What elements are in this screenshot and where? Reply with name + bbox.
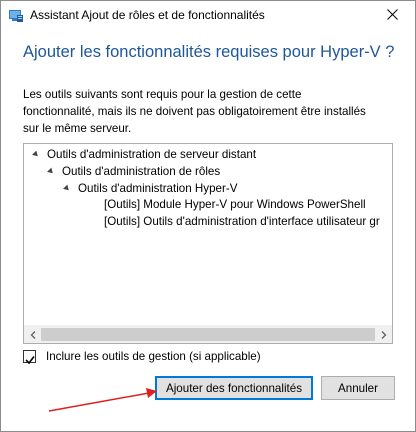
scrollbar-thumb[interactable] — [41, 328, 375, 341]
cancel-button[interactable]: Annuler — [321, 376, 395, 400]
close-icon — [386, 7, 398, 25]
chevron-right-icon — [381, 326, 387, 344]
tree-item-label: Outils d'administration de serveur dista… — [47, 148, 257, 161]
tree-item[interactable]: [Outils] Outils d'administration d'inter… — [104, 214, 380, 230]
tree-item-label: Outils d'administration de rôles — [62, 165, 221, 178]
page-title: Ajouter les fonctionnalités requises pou… — [23, 43, 395, 61]
expanded-triangle-icon[interactable] — [32, 150, 40, 159]
expanded-triangle-icon[interactable] — [63, 184, 71, 193]
dialog-window: Assistant Ajout de rôles et de fonctionn… — [0, 0, 416, 432]
title-bar: Assistant Ajout de rôles et de fonctionn… — [1, 1, 415, 31]
window-title: Assistant Ajout de rôles et de fonctionn… — [30, 8, 265, 22]
tree-item-label: Outils d'administration Hyper-V — [78, 182, 238, 195]
include-tools-label[interactable]: Inclure les outils de gestion (si applic… — [46, 350, 261, 363]
checkmark-icon — [25, 352, 35, 370]
expanded-triangle-icon[interactable] — [47, 167, 55, 176]
description-line: sur le même serveur. — [23, 122, 132, 135]
tree-item[interactable]: [Outils] Module Hyper-V pour Windows Pow… — [104, 197, 366, 213]
description: Les outils suivants sont requis pour la … — [23, 86, 403, 137]
tree-item-label: [Outils] Outils d'administration d'inter… — [104, 215, 380, 228]
include-tools-checkbox[interactable] — [23, 349, 36, 364]
features-tree[interactable]: Outils d'administration de serveur dista… — [23, 143, 393, 344]
chevron-left-icon — [30, 326, 36, 344]
add-features-button[interactable]: Ajouter des fonctionnalités — [155, 376, 313, 400]
description-line: Les outils suivants sont requis pour la … — [23, 88, 302, 101]
close-button[interactable] — [369, 1, 415, 31]
description-line: fonctionnalité, mais ils ne doivent pas … — [23, 105, 366, 118]
include-tools-option[interactable]: Inclure les outils de gestion (si applic… — [23, 348, 261, 364]
scroll-right-button[interactable] — [375, 326, 392, 343]
server-manager-icon — [8, 8, 24, 23]
horizontal-scrollbar[interactable] — [24, 325, 392, 343]
scroll-left-button[interactable] — [24, 326, 41, 343]
tree-item-label: [Outils] Module Hyper-V pour Windows Pow… — [104, 198, 366, 211]
